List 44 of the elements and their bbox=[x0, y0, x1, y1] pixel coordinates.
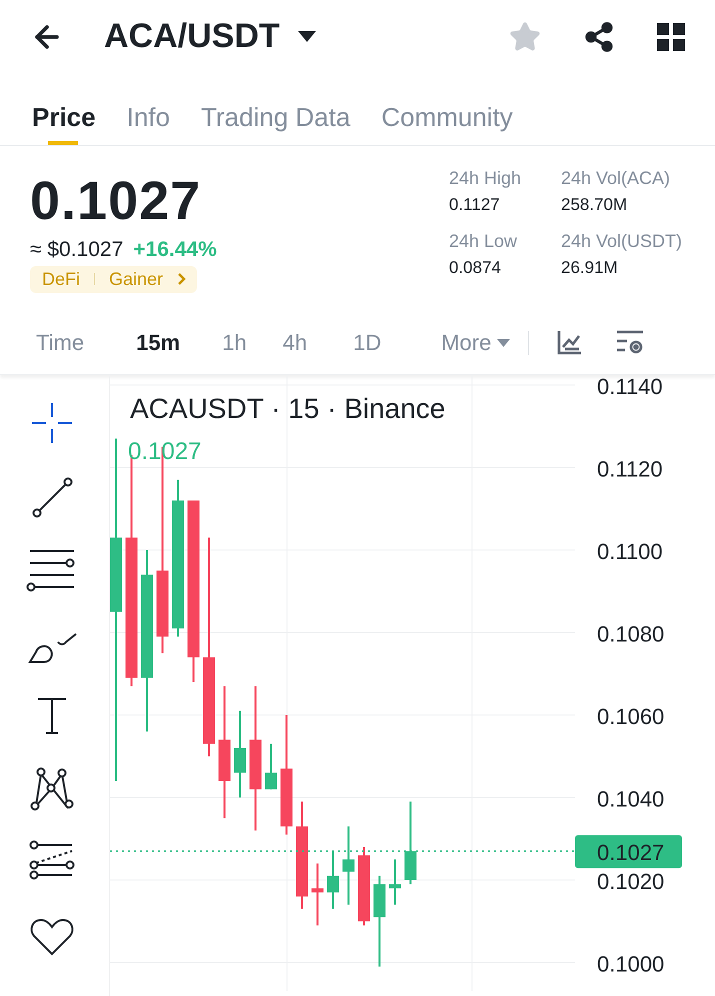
candle bbox=[312, 864, 324, 926]
tab[interactable]: Community bbox=[381, 102, 513, 145]
tag-link[interactable]: DeFi bbox=[42, 268, 80, 290]
price-change: +16.44% bbox=[133, 238, 217, 262]
candle bbox=[265, 744, 277, 790]
interval-tab[interactable]: 4h bbox=[282, 330, 308, 356]
tab[interactable]: Info bbox=[126, 102, 170, 145]
share-icon[interactable] bbox=[583, 20, 615, 53]
stat-value: 0.0874 bbox=[449, 258, 502, 278]
tab[interactable]: Trading Data bbox=[200, 102, 350, 145]
tag-link[interactable]: Gainer bbox=[109, 268, 164, 290]
star-icon[interactable] bbox=[509, 20, 541, 53]
interval-tab[interactable]: 1D bbox=[353, 330, 382, 356]
stat-label: 24h Vol(USDT) bbox=[561, 230, 684, 252]
grid-icon[interactable] bbox=[657, 22, 685, 51]
caret-icon bbox=[497, 338, 510, 348]
axis-label: 0.1120 bbox=[597, 456, 663, 482]
interval-tab[interactable]: 15m bbox=[136, 330, 180, 356]
axis-label: 0.1100 bbox=[597, 539, 663, 564]
candle bbox=[327, 851, 339, 909]
interval-tab[interactable]: 1h bbox=[222, 330, 247, 356]
axis-label: 0.1000 bbox=[597, 952, 664, 976]
stat-label: 24h Low bbox=[449, 230, 518, 252]
interval-tab[interactable]: More bbox=[441, 330, 510, 356]
chart-indicator-icon[interactable] bbox=[557, 331, 582, 356]
price-tag-label: 0.1027 bbox=[597, 840, 664, 866]
axis-label: 0.1140 bbox=[597, 375, 663, 399]
stat-label: 24h Vol(ACA) bbox=[561, 168, 672, 189]
last-price: 0.1027 bbox=[30, 170, 202, 232]
stat-value: 26.91M bbox=[561, 258, 619, 278]
caret-icon[interactable] bbox=[298, 30, 316, 43]
axis-label: 0.1020 bbox=[597, 869, 664, 894]
tab[interactable]: Price bbox=[32, 102, 96, 145]
pair-title[interactable]: ACA/USDT bbox=[104, 17, 280, 56]
stat-value: 258.70M bbox=[561, 194, 628, 215]
stat-label: 24h High bbox=[449, 168, 522, 189]
stat-value: 0.1127 bbox=[449, 194, 501, 215]
axis-label: 0.1080 bbox=[597, 622, 664, 646]
fiat-price: ≈ $0.1027 bbox=[30, 238, 124, 262]
interval-tab[interactable]: Time bbox=[36, 330, 84, 356]
chart-title: ACAUSDT · 15 · Binance bbox=[130, 393, 446, 424]
candle bbox=[389, 859, 401, 905]
axis-label: 0.1040 bbox=[597, 786, 664, 812]
axis-label: 0.1060 bbox=[597, 704, 664, 729]
